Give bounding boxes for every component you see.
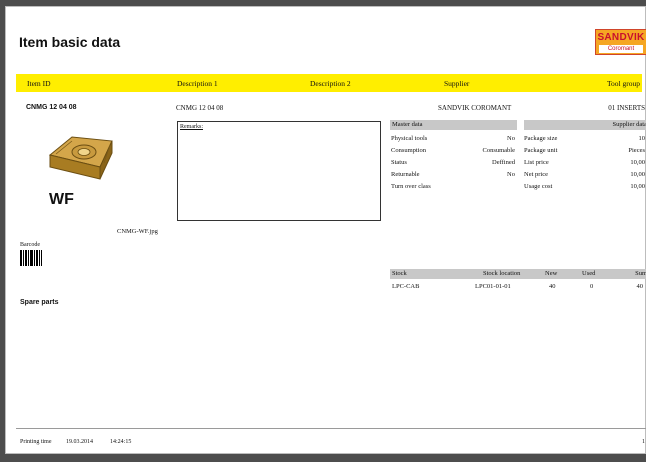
barcode-graphic <box>20 250 42 266</box>
item-supplier-value: SANDVIK COROMANT <box>438 104 512 112</box>
supplier-data-header-label: Supplier data <box>612 121 646 128</box>
master-label-status: Status <box>391 159 407 166</box>
supplier-label-package-unit: Package unit <box>524 147 558 154</box>
footer-divider <box>16 428 646 429</box>
master-value-physical-tools: No <box>507 135 515 142</box>
master-data-header-label: Master data <box>392 121 423 128</box>
stock-col-stock: Stock <box>392 270 407 277</box>
barcode <box>20 250 42 266</box>
printing-time-label: Printing time <box>20 439 52 445</box>
sandvik-logo: SANDVIK Coromant <box>595 29 646 55</box>
supplier-data-header: Supplier data <box>524 120 646 130</box>
header-description1: Description 1 <box>177 79 218 88</box>
supplier-value-package-unit: Pieces <box>628 147 645 154</box>
barcode-label: Barcode <box>20 242 40 248</box>
stock-col-new: New <box>545 270 558 277</box>
master-label-returnable: Returnable <box>391 171 420 178</box>
supplier-label-usage-cost: Usage cost <box>524 183 553 190</box>
insert-illustration <box>48 136 113 180</box>
stock-cell-sum: 40 <box>636 283 644 290</box>
supplier-label-package-size: Package size <box>524 135 558 142</box>
header-item-id: Item ID <box>27 79 51 88</box>
printing-date: 19.03.2014 <box>66 439 93 445</box>
stock-cell-stock: LPC-CAB <box>392 283 420 290</box>
remarks-box: Remarks: <box>177 121 381 221</box>
item-description1-value: CNMG 12 04 08 <box>176 104 224 112</box>
supplier-label-net-price: Net price <box>524 171 549 178</box>
supplier-value-list-price: 10,00 <box>630 159 645 166</box>
master-label-turnover: Turn over class <box>391 183 431 190</box>
stock-table-header: Stock Stock location New Used Sum <box>390 269 646 279</box>
master-label-physical-tools: Physical tools <box>391 135 428 142</box>
master-data-header: Master data <box>390 120 517 130</box>
item-tool-group-value: 01 INSERTS <box>608 104 645 112</box>
master-value-consumption: Consumable <box>482 147 516 154</box>
header-description2: Description 2 <box>310 79 351 88</box>
stock-cell-used: 0 <box>590 283 594 290</box>
stock-col-used: Used <box>582 270 596 277</box>
header-tool-group: Tool group <box>606 79 640 88</box>
supplier-value-package-size: 10 <box>638 135 646 142</box>
stock-col-location: Stock location <box>483 270 521 277</box>
page-number: 1 <box>642 439 645 445</box>
printing-time: 14:24:15 <box>110 439 132 445</box>
insert-image <box>42 127 118 197</box>
master-label-consumption: Consumption <box>391 147 427 154</box>
image-caption: CNMG-WF.jpg <box>117 228 158 235</box>
stock-cell-new: 40 <box>549 283 556 290</box>
insert-grade-label: WF <box>49 191 74 208</box>
stock-cell-location: LPC01-01-01 <box>475 283 511 290</box>
header-band: Item ID Description 1 Description 2 Supp… <box>16 74 642 92</box>
logo-text-line1: SANDVIK <box>597 32 645 43</box>
header-supplier: Supplier <box>444 79 470 88</box>
spare-parts-heading: Spare parts <box>20 299 59 306</box>
stock-col-sum: Sum <box>635 270 646 277</box>
supplier-label-list-price: List price <box>524 159 549 166</box>
report-page: Item basic data SANDVIK Coromant Item ID… <box>5 6 646 454</box>
master-value-returnable: No <box>507 171 515 178</box>
master-value-status: Deffined <box>492 159 515 166</box>
remarks-label: Remarks: <box>180 124 203 130</box>
supplier-value-usage-cost: 10,00 <box>630 183 645 190</box>
page-title: Item basic data <box>19 34 121 50</box>
item-id-value: CNMG 12 04 08 <box>26 104 77 111</box>
logo-text-line2: Coromant <box>599 45 643 53</box>
supplier-value-net-price: 10,00 <box>630 171 645 178</box>
